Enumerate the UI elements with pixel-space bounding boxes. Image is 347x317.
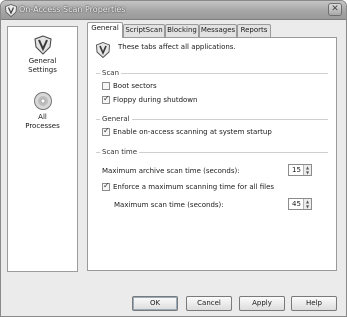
general-tab-panel: These tabs affect all applications. Scan… (87, 37, 337, 271)
enforce-max-time-checkbox-row[interactable]: Enforce a maximum scanning time for all … (102, 181, 275, 194)
checkbox-label: Enforce a maximum scanning time for all … (113, 183, 275, 191)
tab-reports[interactable]: Reports (237, 24, 271, 37)
sidebar: General Settings All Processes (7, 26, 78, 272)
group-title: General (100, 115, 132, 123)
shield-icon (33, 35, 52, 55)
floppy-checkbox-row[interactable]: Floppy during shutdown (102, 94, 198, 107)
close-button[interactable]: ✕ (328, 3, 342, 16)
checkbox-label: Enable on-access scanning at system star… (113, 128, 272, 136)
apply-button[interactable]: Apply (239, 296, 285, 311)
title-bar: On-Access Scan Properties ✕ (1, 1, 346, 20)
sidebar-item-label: All (38, 113, 47, 121)
tab-general[interactable]: General (87, 22, 123, 38)
scan-time-group: Scan time Maximum archive scan time (sec… (96, 148, 328, 224)
max-scan-time-label: Maximum scan time (seconds): (114, 201, 224, 209)
checkbox-label: Boot sectors (113, 82, 157, 90)
general-group: General Enable on-access scanning at sys… (96, 115, 328, 143)
sidebar-item-general-settings[interactable]: General Settings (8, 35, 77, 75)
sidebar-item-label: Settings (28, 66, 57, 74)
properties-window: On-Access Scan Properties ✕ General Sett… (0, 0, 347, 317)
spinner-value: 45 (292, 200, 301, 208)
sidebar-item-label: General (28, 57, 57, 65)
close-icon: ✕ (331, 4, 339, 14)
group-title: Scan (100, 69, 122, 77)
window-title: On-Access Scan Properties (19, 5, 126, 14)
max-scan-time-spinner[interactable]: 45 ▲ ▼ (288, 198, 312, 210)
shield-icon (5, 4, 17, 17)
spinner-arrows-icon[interactable]: ▲ ▼ (303, 199, 311, 209)
tab-blocking[interactable]: Blocking (165, 24, 199, 37)
checkbox-label: Floppy during shutdown (113, 96, 198, 104)
disc-icon (33, 92, 52, 110)
group-title: Scan time (100, 148, 140, 156)
help-button[interactable]: Help (291, 296, 337, 311)
enforce-max-time-checkbox[interactable] (102, 181, 110, 191)
boot-sectors-checkbox[interactable] (102, 82, 110, 90)
sidebar-item-all-processes[interactable]: All Processes (8, 91, 77, 131)
scan-group: Scan Boot sectors Floppy during shutdown (96, 69, 328, 111)
tab-scriptscan[interactable]: ScriptScan (123, 24, 165, 37)
max-archive-scan-time-spinner[interactable]: 15 ▲ ▼ (288, 164, 312, 176)
sidebar-item-label: Processes (25, 122, 60, 130)
spinner-arrows-icon[interactable]: ▲ ▼ (303, 165, 311, 175)
panel-description: These tabs affect all applications. (118, 43, 236, 51)
boot-sectors-checkbox-row[interactable]: Boot sectors (102, 82, 157, 93)
ok-button[interactable]: OK (132, 296, 178, 311)
max-archive-scan-time-label: Maximum archive scan time (seconds): (102, 167, 240, 175)
shield-icon (96, 42, 110, 58)
spinner-value: 15 (292, 166, 301, 174)
enable-startup-checkbox[interactable] (102, 126, 110, 136)
enable-startup-checkbox-row[interactable]: Enable on-access scanning at system star… (102, 126, 272, 139)
floppy-checkbox[interactable] (102, 94, 110, 104)
tab-messages[interactable]: Messages (199, 24, 237, 37)
cancel-button[interactable]: Cancel (186, 296, 232, 311)
